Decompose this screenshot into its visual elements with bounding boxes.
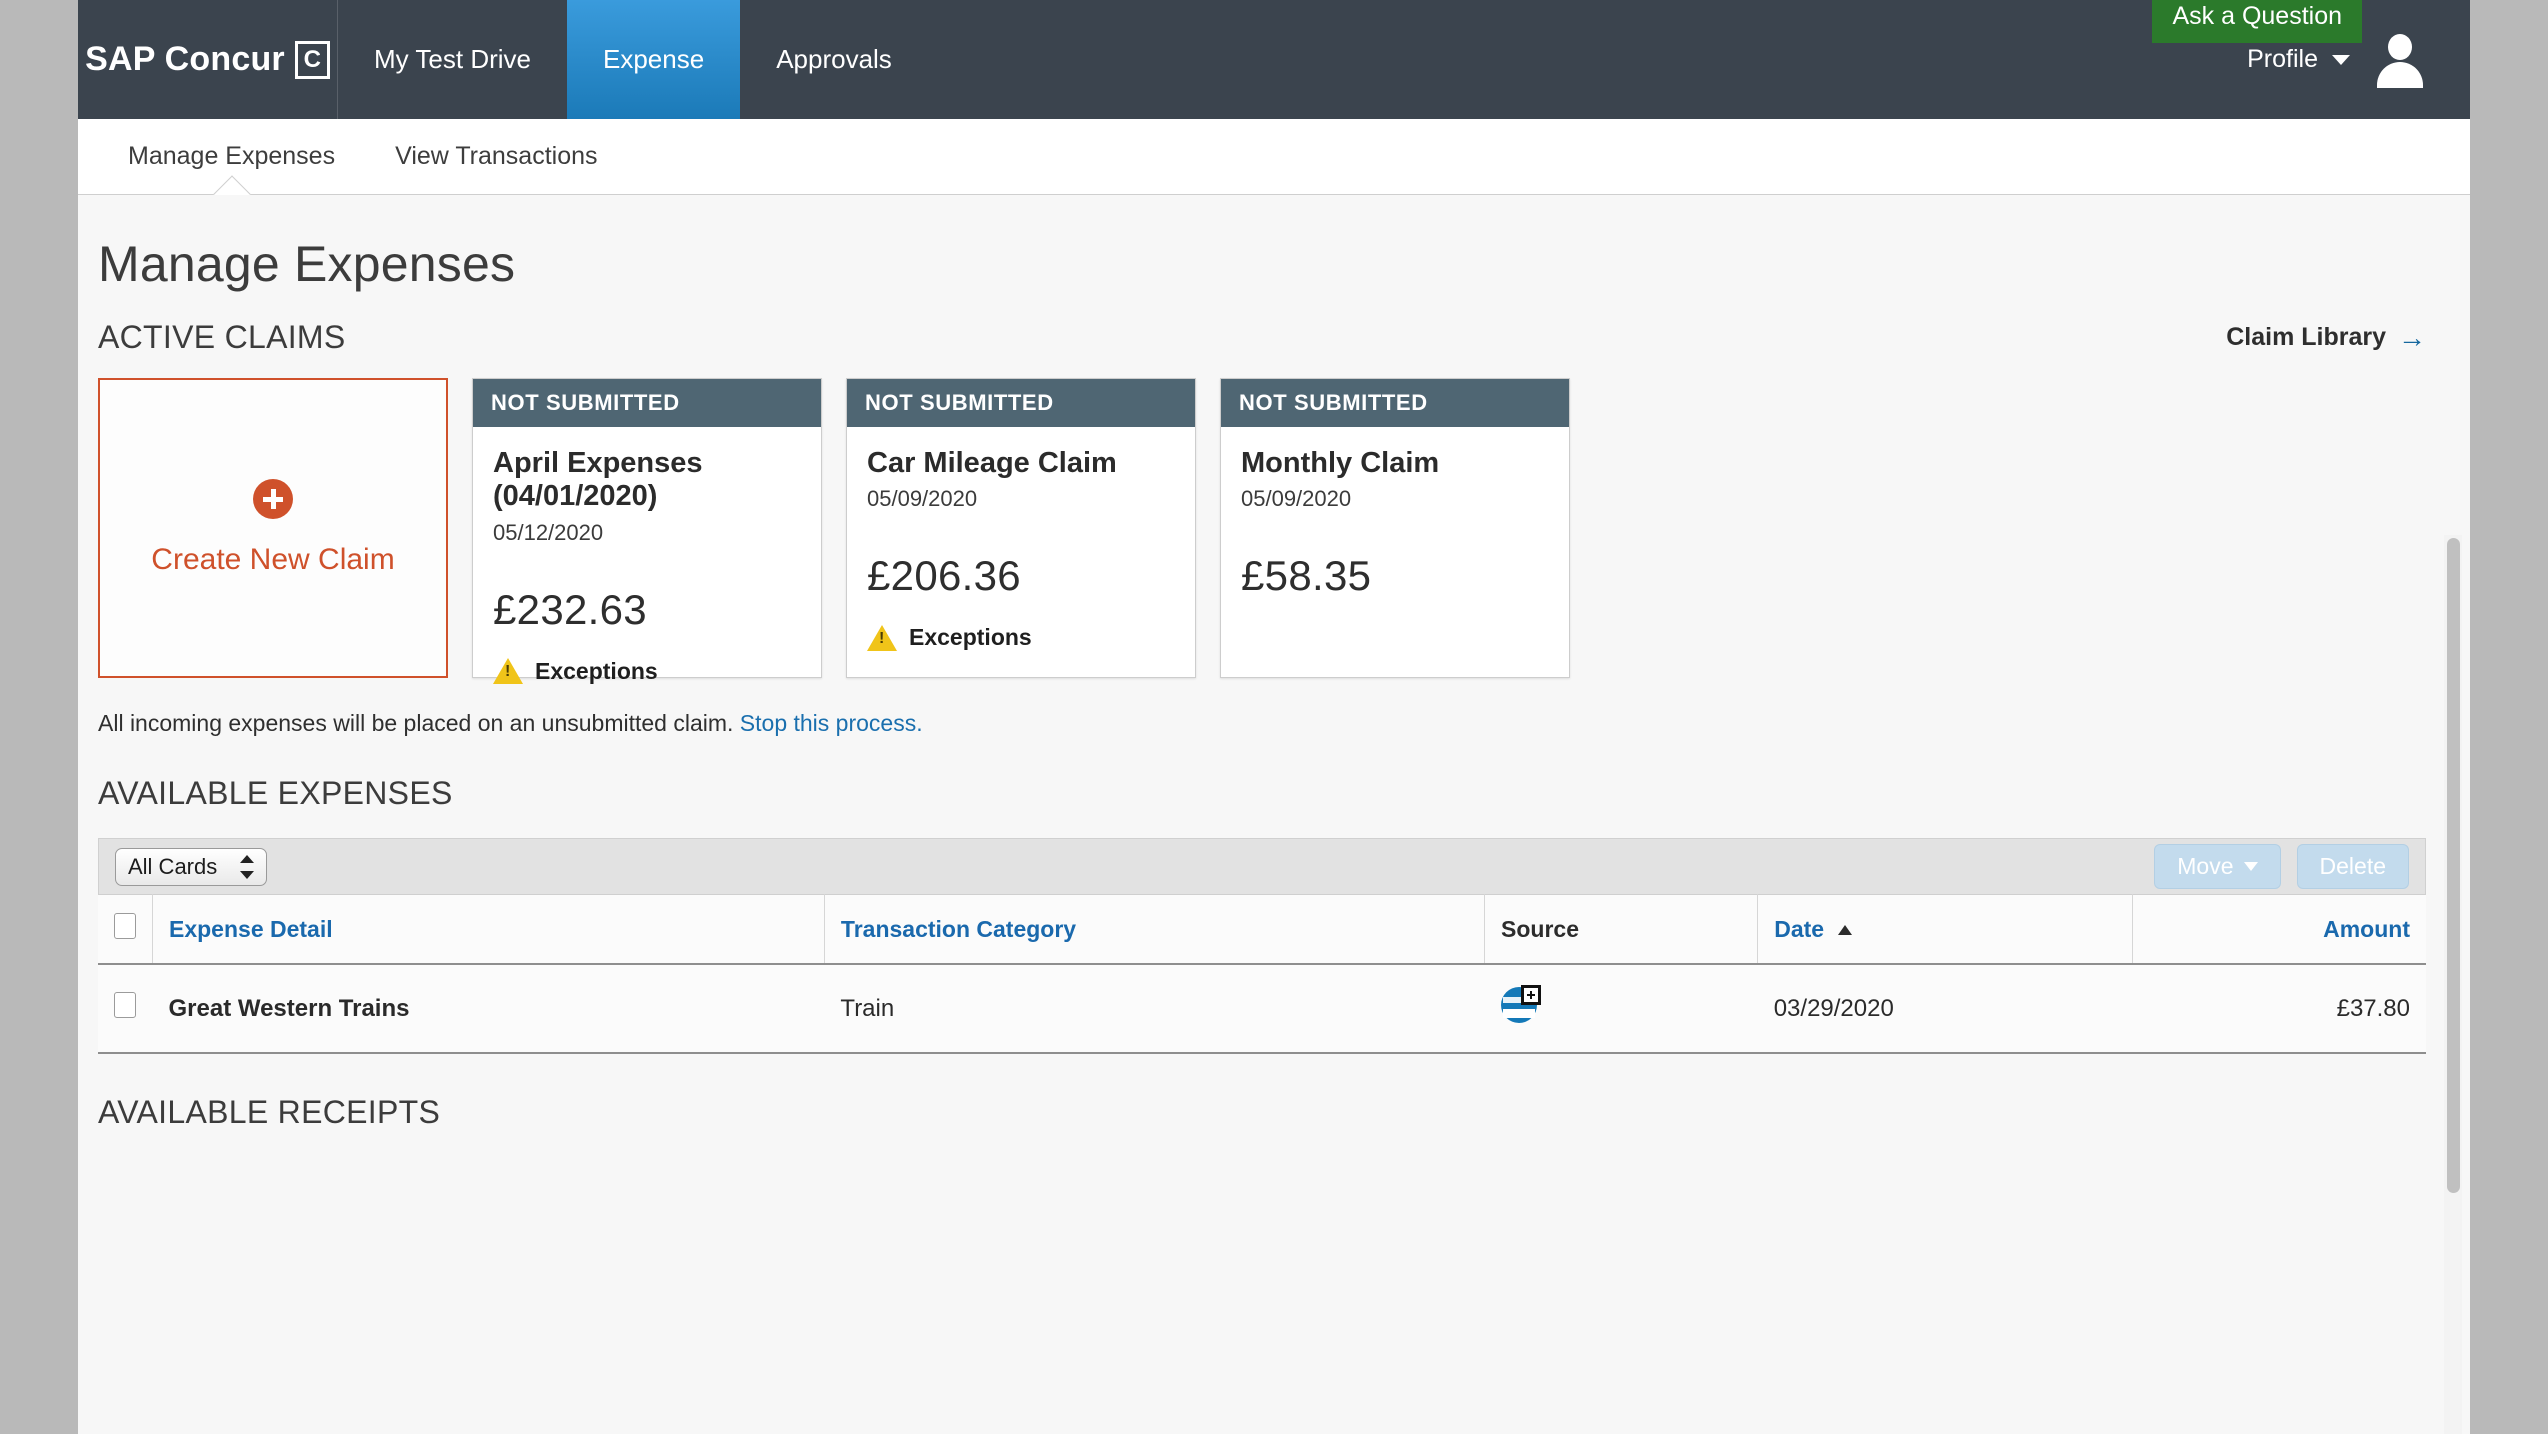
primary-nav-tabs: My Test Drive Expense Approvals <box>338 0 928 119</box>
sub-navigation-bar: Manage Expenses View Transactions <box>78 119 2470 195</box>
credit-card-add-icon <box>1500 985 1541 1025</box>
sort-ascending-icon <box>1838 924 1853 935</box>
column-header-date[interactable]: Date <box>1757 894 2133 965</box>
browser-gutter-right <box>2470 0 2548 1434</box>
page-scrollbar-thumb[interactable] <box>2447 538 2460 1193</box>
nav-tab-my-test-drive[interactable]: My Test Drive <box>338 0 567 119</box>
row-select-cell <box>98 964 153 1054</box>
active-claims-title: ACTIVE CLAIMS <box>98 319 346 355</box>
warning-icon <box>493 658 523 685</box>
incoming-expenses-note: All incoming expenses will be placed on … <box>98 678 2426 737</box>
claim-library-link[interactable]: Claim Library → <box>2226 323 2426 356</box>
cell-date: 03/29/2020 <box>1757 964 2133 1054</box>
claim-exceptions-label: Exceptions <box>909 624 1032 651</box>
available-receipts-title: AVAILABLE RECEIPTS <box>98 1094 441 1130</box>
create-new-claim-label: Create New Claim <box>151 543 395 576</box>
nav-tab-approvals[interactable]: Approvals <box>740 0 928 119</box>
incoming-expenses-note-text: All incoming expenses will be placed on … <box>98 710 734 736</box>
card-filter-select[interactable]: All Cards <box>115 847 267 886</box>
nav-tab-expense[interactable]: Expense <box>567 0 741 119</box>
subnav-item-manage-expenses[interactable]: Manage Expenses <box>98 119 365 194</box>
content-area: Manage Expenses ACTIVE CLAIMS Claim Libr… <box>78 195 2470 1434</box>
subnav-item-view-transactions[interactable]: View Transactions <box>365 119 627 194</box>
active-claims-header-row: ACTIVE CLAIMS Claim Library → <box>98 293 2426 356</box>
claim-exceptions-label: Exceptions <box>535 657 658 684</box>
row-checkbox[interactable] <box>114 992 136 1018</box>
column-header-transaction-category[interactable]: Transaction Category <box>824 894 1486 965</box>
claim-amount: £58.35 <box>1241 552 1372 600</box>
expenses-table: Expense Detail Transaction Category Sour… <box>98 894 2426 1054</box>
grid-toolbar: All Cards Move Delete <box>98 838 2426 894</box>
select-all-header <box>98 894 153 965</box>
claim-date: 05/09/2020 <box>1241 486 1352 512</box>
chevron-down-icon <box>2243 862 2258 871</box>
cell-source <box>1484 964 1758 1054</box>
status-badge: NOT SUBMITTED <box>473 379 821 427</box>
status-badge: NOT SUBMITTED <box>847 379 1195 427</box>
column-header-expense-detail[interactable]: Expense Detail <box>152 894 825 965</box>
status-badge: NOT SUBMITTED <box>1221 379 1569 427</box>
avatar[interactable] <box>2372 32 2428 88</box>
ask-a-question-button[interactable]: Ask a Question <box>2152 0 2362 43</box>
page-scrollbar[interactable] <box>2444 535 2462 1434</box>
claim-name: Car Mileage Claim <box>867 447 1117 479</box>
page-title: Manage Expenses <box>98 236 516 292</box>
cell-transaction-category: Train <box>824 964 1485 1054</box>
table-row[interactable]: Great Western Trains Train 03/29/2020 £3… <box>98 964 2426 1054</box>
move-button-label: Move <box>2177 853 2234 879</box>
select-all-checkbox[interactable] <box>114 913 136 939</box>
brand-name: SAP Concur <box>85 40 285 78</box>
claim-name: Monthly Claim <box>1241 447 1440 479</box>
claim-exceptions[interactable]: Exceptions <box>493 634 801 685</box>
chevron-down-icon <box>2332 54 2350 65</box>
available-expenses-grid: All Cards Move Delete Expense Detail Tra… <box>98 812 2426 1054</box>
claim-card-april-expenses[interactable]: NOT SUBMITTED April Expenses (04/01/2020… <box>472 378 822 685</box>
claim-exceptions[interactable]: Exceptions <box>867 600 1175 651</box>
delete-button[interactable]: Delete <box>2296 844 2409 889</box>
plus-icon <box>253 479 293 519</box>
claim-amount: £232.63 <box>493 585 647 633</box>
stop-this-process-link[interactable]: Stop this process. <box>740 710 923 736</box>
profile-label: Profile <box>2247 45 2318 73</box>
claim-date: 05/12/2020 <box>493 519 604 545</box>
claim-card-car-mileage[interactable]: NOT SUBMITTED Car Mileage Claim 05/09/20… <box>846 378 1196 678</box>
warning-icon <box>867 624 897 651</box>
concur-logo-icon: C <box>294 40 330 79</box>
active-claims-cards: Create New Claim NOT SUBMITTED April Exp… <box>98 356 2426 685</box>
avatar-body-icon <box>2377 61 2423 88</box>
cell-amount: £37.80 <box>2132 964 2426 1054</box>
top-navigation-bar: SAP Concur C My Test Drive Expense Appro… <box>78 0 2470 119</box>
cell-expense-detail[interactable]: Great Western Trains <box>152 964 825 1054</box>
create-new-claim-card[interactable]: Create New Claim <box>98 378 448 678</box>
page-viewport: SAP Concur C My Test Drive Expense Appro… <box>78 0 2470 1434</box>
profile-menu[interactable]: Profile <box>2247 45 2350 74</box>
avatar-head-icon <box>2388 33 2412 60</box>
claim-amount: £206.36 <box>867 552 1021 600</box>
table-header-row: Expense Detail Transaction Category Sour… <box>98 894 2426 965</box>
screen: SAP Concur C My Test Drive Expense Appro… <box>0 0 2548 1434</box>
grid-toolbar-actions: Move Delete <box>2154 844 2409 889</box>
arrow-right-icon: → <box>2398 321 2426 353</box>
available-expenses-title: AVAILABLE EXPENSES <box>98 775 453 811</box>
claim-name: April Expenses (04/01/2020) <box>493 447 703 513</box>
claim-card-monthly-claim[interactable]: NOT SUBMITTED Monthly Claim 05/09/2020 £… <box>1220 378 1570 678</box>
move-button[interactable]: Move <box>2154 844 2281 889</box>
column-header-date-label: Date <box>1774 915 1825 942</box>
column-header-amount[interactable]: Amount <box>2132 894 2426 965</box>
brand-logo[interactable]: SAP Concur C <box>78 0 338 119</box>
claim-date: 05/09/2020 <box>867 486 978 512</box>
claim-library-label: Claim Library <box>2226 323 2386 351</box>
browser-gutter-left <box>0 0 78 1434</box>
column-header-source: Source <box>1484 894 1759 965</box>
